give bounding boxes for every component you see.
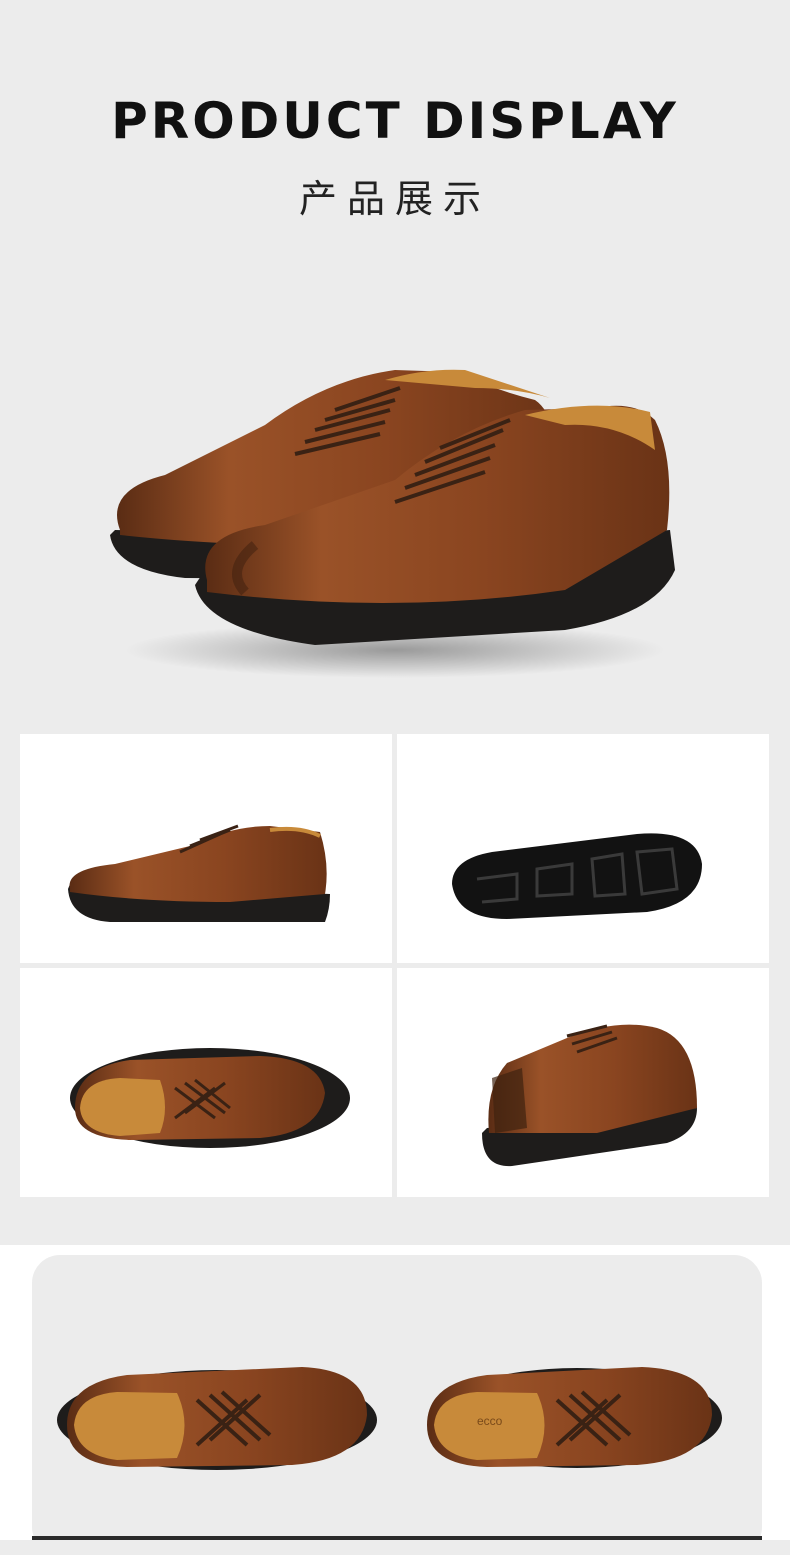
page-subtitle: 产品展示 [298,177,491,221]
product-display-section: PRODUCT DISPLAY 产品展示 [0,0,790,1245]
bottom-detail-card: ecco [32,1255,762,1555]
sole-view-image [397,734,769,963]
bottom-divider [32,1536,762,1540]
hero-shoe-pair-image [95,330,695,690]
side-view-image [20,734,392,963]
top-view-image [20,968,392,1197]
page-title: PRODUCT DISPLAY [111,92,679,150]
insole-logo-text: ecco [477,1414,503,1428]
bottom-shoe-right: ecco [427,1367,722,1468]
rear-view-image [397,968,769,1197]
bottom-shoe-left [57,1367,377,1470]
